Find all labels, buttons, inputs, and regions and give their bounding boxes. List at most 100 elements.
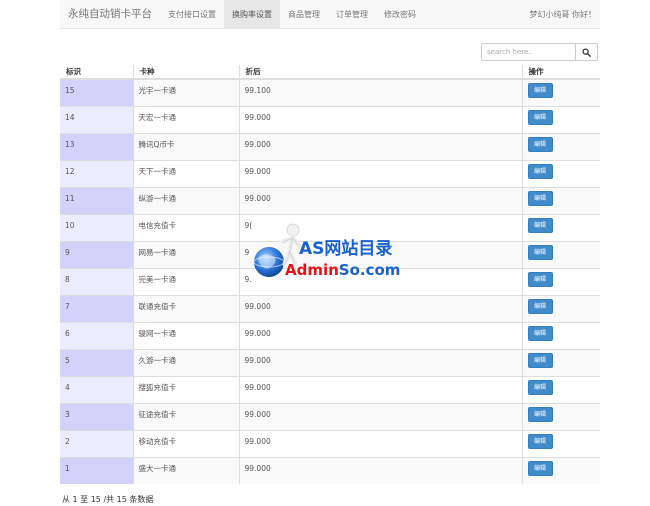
- user-greeting[interactable]: 梦幻小纯哥 你好！: [529, 0, 600, 29]
- brand-title[interactable]: 永纯自动销卡平台: [60, 0, 160, 29]
- watermark-url-blue: So.com: [338, 261, 401, 279]
- row-id: 4: [60, 375, 133, 403]
- nav-item-exchange-rate[interactable]: 换购率设置: [224, 0, 280, 29]
- row-id: 9: [60, 240, 133, 268]
- table-row: 5 久游一卡通 99.000 编辑: [60, 348, 600, 376]
- row-id: 2: [60, 429, 133, 457]
- table-row: 12 天下一卡通 99.000 编辑: [60, 159, 600, 187]
- row-action-cell: 编辑: [521, 78, 600, 106]
- search-input[interactable]: [481, 43, 576, 61]
- row-card-type: 纵游一卡通: [132, 186, 239, 214]
- row-card-type: 搜狐充值卡: [132, 375, 239, 403]
- row-rate: 99.000: [238, 105, 522, 133]
- row-action-cell: 编辑: [521, 159, 600, 187]
- row-card-type: 征途充值卡: [132, 402, 239, 430]
- row-rate: 99.000: [238, 159, 522, 187]
- edit-button[interactable]: 编辑: [527, 137, 553, 152]
- row-action-cell: 编辑: [521, 294, 600, 322]
- row-action-cell: 编辑: [521, 132, 600, 160]
- edit-button[interactable]: 编辑: [527, 353, 553, 368]
- edit-button[interactable]: 编辑: [527, 380, 553, 395]
- table-row: 14 天宏一卡通 99.000 编辑: [60, 105, 600, 133]
- row-id: 13: [60, 132, 133, 160]
- edit-button[interactable]: 编辑: [527, 461, 553, 477]
- search-icon: [582, 47, 591, 57]
- table-header-row: 标识 卡种 折后 操作: [60, 65, 600, 80]
- row-id: 5: [60, 348, 133, 376]
- row-rate: 99.000: [238, 321, 522, 349]
- row-id: 15: [60, 78, 133, 106]
- edit-button[interactable]: 编辑: [527, 191, 553, 206]
- edit-button[interactable]: 编辑: [527, 83, 553, 99]
- column-header-rate: 折后: [238, 65, 522, 80]
- column-header-action: 操作: [521, 65, 600, 80]
- row-id: 8: [60, 267, 133, 295]
- table-row: 13 腾讯Q币卡 99.000 编辑: [60, 132, 600, 160]
- column-header-card-type: 卡种: [132, 65, 239, 80]
- table-row: 2 移动充值卡 99.000 编辑: [60, 429, 600, 457]
- column-header-id: 标识: [60, 65, 133, 80]
- row-card-type: 网易一卡通: [132, 240, 239, 268]
- row-rate: 99.000: [238, 132, 522, 160]
- pagination-info: 从 1 至 15 /共 15 条数据: [62, 495, 154, 504]
- row-rate: 99.000: [238, 456, 522, 484]
- row-card-type: 完美一卡通: [132, 267, 239, 295]
- nav-item-products[interactable]: 商品管理: [280, 0, 328, 29]
- row-action-cell: 编辑: [521, 348, 600, 376]
- row-id: 7: [60, 294, 133, 322]
- edit-button[interactable]: 编辑: [527, 272, 553, 287]
- table-row: 11 纵游一卡通 99.000 编辑: [60, 186, 600, 214]
- watermark-title: AS网站目录: [299, 239, 393, 259]
- row-card-type: 腾讯Q币卡: [132, 132, 239, 160]
- row-card-type: 天下一卡通: [132, 159, 239, 187]
- row-card-type: 骏网一卡通: [132, 321, 239, 349]
- row-action-cell: 编辑: [521, 213, 600, 241]
- row-rate: 99.100: [238, 78, 522, 106]
- edit-button[interactable]: 编辑: [527, 164, 553, 179]
- edit-button[interactable]: 编辑: [527, 245, 553, 260]
- row-card-type: 移动充值卡: [132, 429, 239, 457]
- row-rate: 99.000: [238, 186, 522, 214]
- row-card-type: 天宏一卡通: [132, 105, 239, 133]
- row-id: 12: [60, 159, 133, 187]
- table-row: 1 盛大一卡通 99.000 编辑: [60, 456, 600, 484]
- table-row: 3 征途充值卡 99.000 编辑: [60, 402, 600, 430]
- watermark-url-red: Admin: [285, 261, 339, 279]
- row-id: 3: [60, 402, 133, 430]
- edit-button[interactable]: 编辑: [527, 434, 553, 449]
- row-action-cell: 编辑: [521, 321, 600, 349]
- row-id: 11: [60, 186, 133, 214]
- row-id: 6: [60, 321, 133, 349]
- row-action-cell: 编辑: [521, 402, 600, 430]
- top-navbar: 永纯自动销卡平台 支付接口设置 换购率设置 商品管理 订单管理 修改密码 梦幻小…: [60, 0, 600, 29]
- row-action-cell: 编辑: [521, 429, 600, 457]
- row-action-cell: 编辑: [521, 240, 600, 268]
- search-bar: [481, 43, 598, 61]
- row-card-type: 电信充值卡: [132, 213, 239, 241]
- row-action-cell: 编辑: [521, 267, 600, 295]
- row-action-cell: 编辑: [521, 105, 600, 133]
- nav-item-payment-settings[interactable]: 支付接口设置: [160, 0, 224, 29]
- row-action-cell: 编辑: [521, 186, 600, 214]
- search-button[interactable]: [576, 43, 598, 61]
- edit-button[interactable]: 编辑: [527, 218, 553, 233]
- row-action-cell: 编辑: [521, 456, 600, 484]
- table-row: 15 光宇一卡通 99.100 编辑: [60, 78, 600, 106]
- edit-button[interactable]: 编辑: [527, 407, 553, 422]
- row-rate: 99.000: [238, 294, 522, 322]
- row-id: 14: [60, 105, 133, 133]
- row-id: 1: [60, 456, 133, 484]
- table-row: 7 联通充值卡 99.000 编辑: [60, 294, 600, 322]
- row-rate: 99.000: [238, 429, 522, 457]
- watermark-url: AdminSo.com: [285, 261, 400, 279]
- edit-button[interactable]: 编辑: [527, 110, 553, 125]
- row-action-cell: 编辑: [521, 375, 600, 403]
- edit-button[interactable]: 编辑: [527, 326, 553, 341]
- nav-item-orders[interactable]: 订单管理: [328, 0, 376, 29]
- nav-item-change-password[interactable]: 修改密码: [376, 0, 424, 29]
- row-id: 10: [60, 213, 133, 241]
- row-rate: 99.000: [238, 375, 522, 403]
- edit-button[interactable]: 编辑: [527, 299, 553, 314]
- row-rate: 99.000: [238, 402, 522, 430]
- table-row: 6 骏网一卡通 99.000 编辑: [60, 321, 600, 349]
